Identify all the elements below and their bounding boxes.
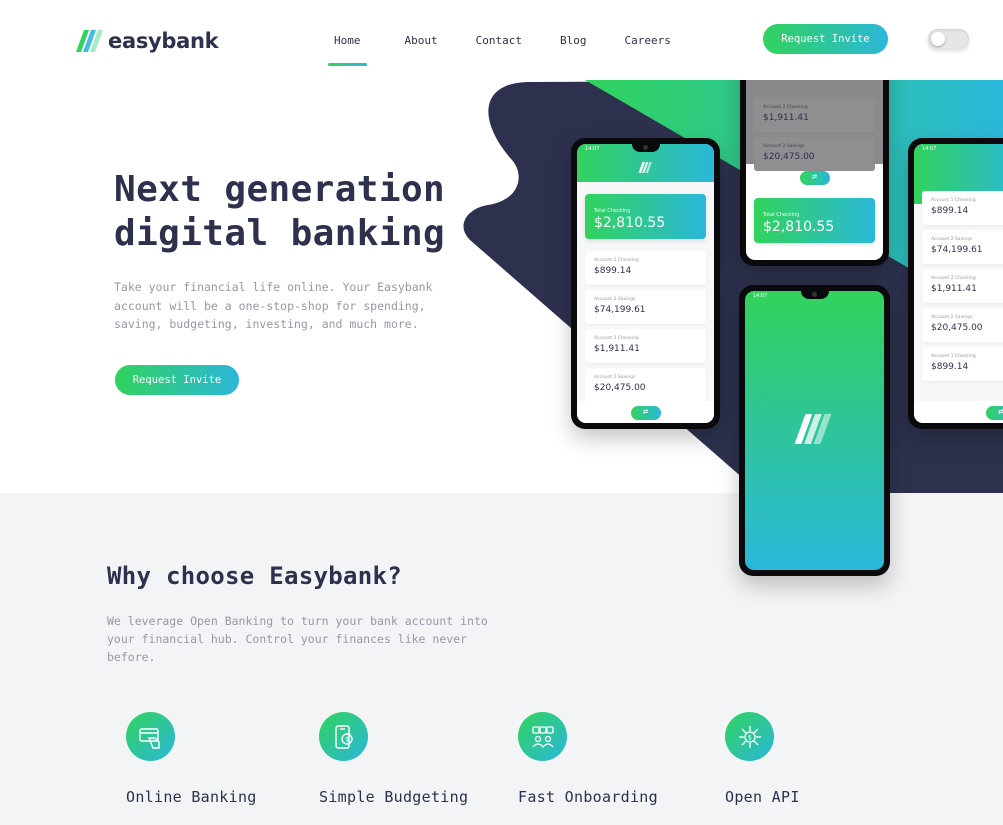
account-label: Account 1 Checking [931,198,976,203]
logo-mark-icon [76,30,103,52]
feature-title: Online Banking [126,788,257,806]
phone-screen: Account 2 Checking $1,911.41 Account 2 S… [746,56,883,260]
nav-item-label: Home [334,34,361,47]
simple-budgeting-icon: $ [319,712,368,761]
account-value: $899.14 [931,206,969,216]
account-label: Account 2 Checking [931,276,976,281]
nav-item-about[interactable]: About [405,0,438,80]
svg-text:$: $ [748,734,752,741]
account-label: Account 2 Savings [931,237,973,242]
hero-title: Next generation digital banking [114,168,474,256]
account-value: $1,911.41 [763,113,809,123]
status-time: 14:07 [922,146,937,152]
phone-screen: 14:07 Total Checking $2,810.55 Account 1… [577,144,714,423]
nav-active-indicator [328,63,367,66]
transfer-icon: ⇄ [630,406,661,420]
account-card: Account 2 Savings $20,475.00 [922,308,1003,342]
main-nav: Home About Contact Blog Careers [328,0,709,80]
splash-logo-icon [794,414,831,444]
feature-title: Simple Budgeting [319,788,469,806]
phone-screen: 14:07 Account 1 Checking $899.14 Account… [914,144,1003,423]
status-time: 14:07 [753,293,768,299]
open-api-icon: $ [725,712,774,761]
account-card: Account 2 Savings $20,475.00 [754,137,875,171]
account-value: $1,911.41 [594,344,640,354]
account-value: $20,475.00 [931,323,983,333]
nav-item-contact[interactable]: Contact [476,0,522,80]
phone-mockup-top: Account 2 Checking $1,911.41 Account 2 S… [740,50,889,266]
phone-bottom-bar: ⇄ [914,401,1003,423]
account-card: Account 2 Checking $1,911.41 [922,269,1003,303]
total-checking-card: Total Checking $2,810.55 [754,198,875,243]
account-card: Account 2 Savings $20,475.00 [585,368,706,402]
account-card: Account 2 Savings $74,199.61 [922,230,1003,264]
nav-item-blog[interactable]: Blog [560,0,587,80]
hero-title-line-2: digital banking [114,213,446,254]
account-label: Account 1 Checking [594,258,639,263]
hero-request-invite-button[interactable]: Request Invite [115,365,239,395]
total-value: $2,810.55 [594,215,666,231]
phone-screen: 14:07 [745,291,884,570]
account-value: $1,911.41 [931,284,977,294]
nav-item-label: Blog [559,34,587,47]
phone-notch [800,291,829,299]
nav-item-careers[interactable]: Careers [624,0,670,80]
transfer-icon: ⇄ [799,171,830,185]
account-label: Account 2 Checking [594,336,639,341]
header-request-invite-button[interactable]: Request Invite [763,24,888,54]
hero-description: Take your financial life online. Your Ea… [114,280,433,331]
account-value: $899.14 [931,362,969,372]
site-header: easybank Home About Contact Blog Careers… [0,0,1003,80]
phone-mockup-left: 14:07 Total Checking $2,810.55 Account 1… [571,138,720,429]
hero-title-line-1: Next generation [114,169,446,210]
phone-bottom-bar: ⇄ [577,401,714,423]
phone-notch [631,144,660,152]
toggle-knob [931,32,945,46]
transfer-icon: ⇄ [986,406,1003,420]
online-banking-icon [126,712,175,761]
account-value: $20,475.00 [594,383,646,393]
feature-title: Open API [725,788,800,806]
account-card: Account 1 Checking $899.14 [922,347,1003,381]
account-card: Account 1 Checking $899.14 [922,191,1003,225]
account-card: Account 2 Checking $1,911.41 [754,98,875,132]
logo-text: easybank [108,29,219,53]
account-label: Account 2 Savings [594,297,636,302]
nav-item-home[interactable]: Home [328,0,367,80]
why-title: Why choose Easybank? [107,562,402,590]
phone-mockup-splash: 14:07 [739,285,890,576]
account-label: Account 2 Checking [763,105,808,110]
account-label: Account 2 Savings [594,375,636,380]
why-description: We leverage Open Banking to turn your ba… [107,614,488,664]
account-label: Account 1 Checking [931,354,976,359]
account-value: $74,199.61 [931,245,983,255]
account-card: Account 2 Checking $1,911.41 [585,329,706,363]
app-logo-icon [638,162,652,173]
account-value: $74,199.61 [594,305,646,315]
nav-item-label: Careers [624,34,671,47]
account-card: Account 2 Savings $74,199.61 [585,290,706,324]
status-time: 14:07 [585,146,600,152]
total-label: Total Checking [594,208,631,214]
nav-item-label: About [404,34,438,47]
total-checking-card: Total Checking $2,810.55 [585,194,706,239]
account-value: $899.14 [594,266,632,276]
total-value: $2,810.55 [763,219,835,235]
theme-toggle-switch[interactable] [928,29,969,49]
phone-mockup-right: 14:07 Account 1 Checking $899.14 Account… [908,138,1003,429]
nav-item-label: Contact [475,34,522,47]
account-label: Account 2 Savings [931,315,973,320]
account-card: Account 1 Checking $899.14 [585,251,706,285]
logo[interactable]: easybank [76,28,219,54]
feature-title: Fast Onboarding [518,788,658,806]
total-label: Total Checking [763,212,800,218]
fast-onboarding-icon [518,712,567,761]
account-label: Account 2 Savings [763,144,805,149]
svg-text:$: $ [345,735,349,743]
account-value: $20,475.00 [763,152,815,162]
